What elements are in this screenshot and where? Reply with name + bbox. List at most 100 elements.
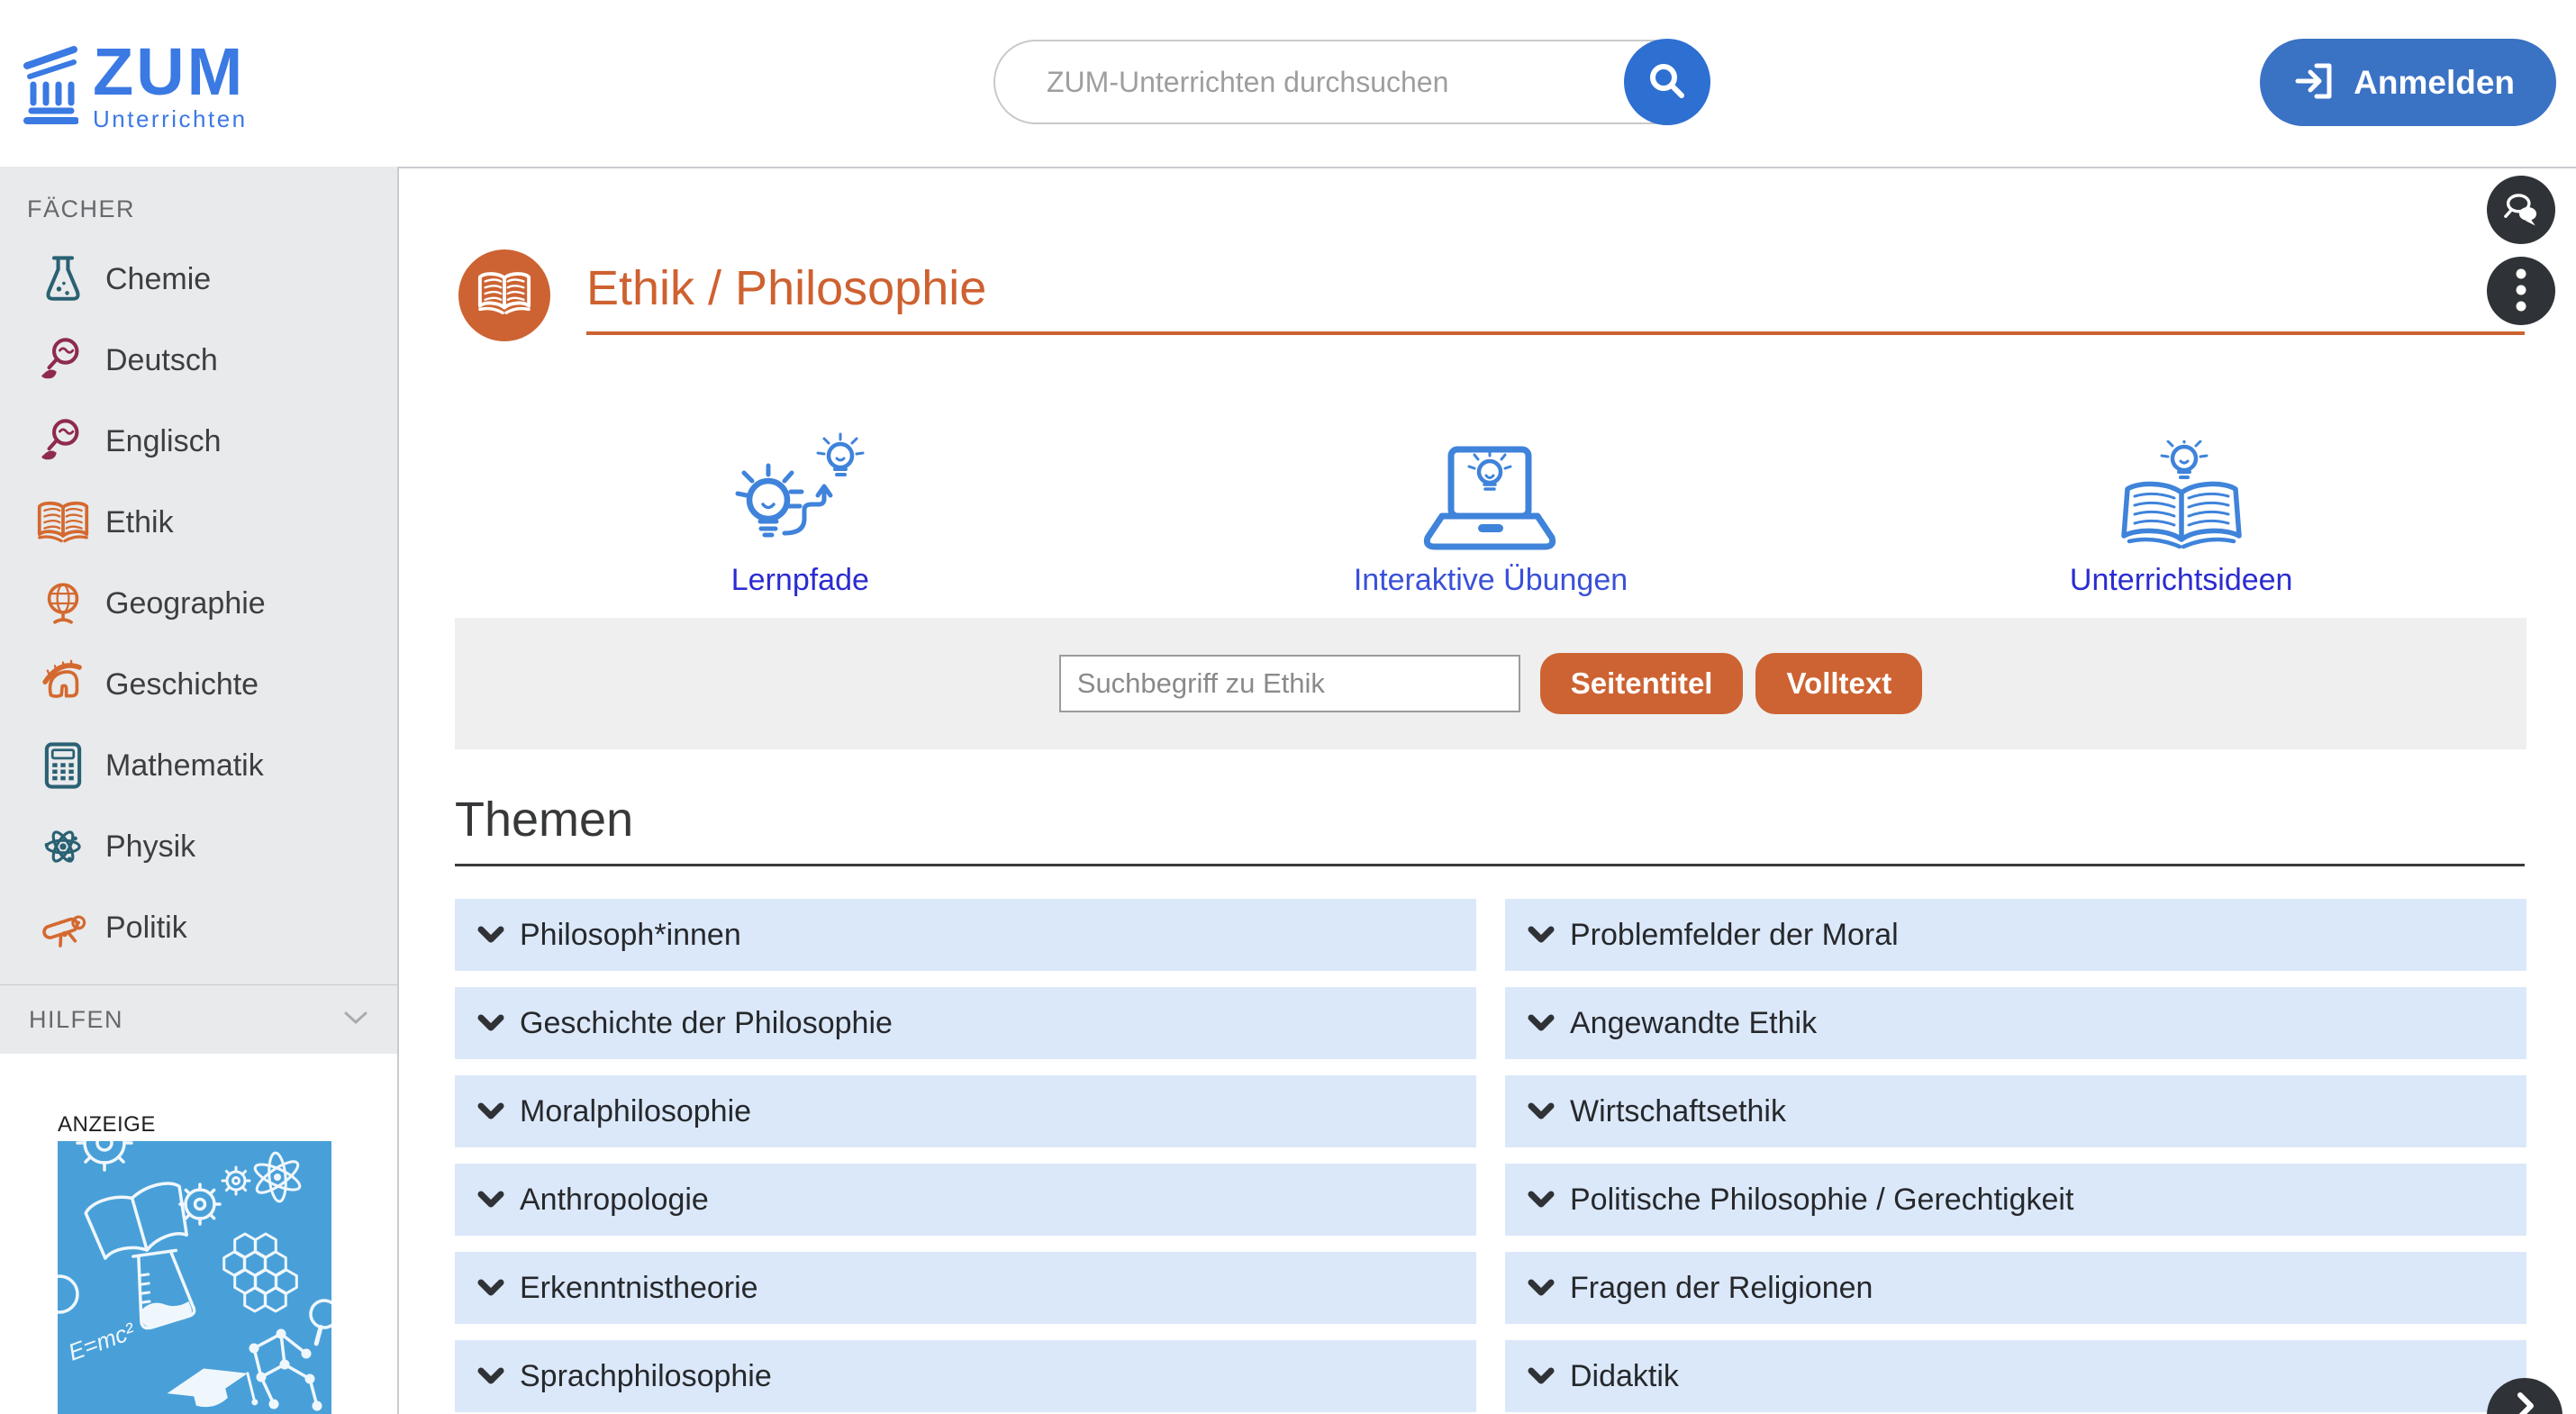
chevron-right-icon	[2509, 1391, 2540, 1414]
feature-label: Interaktive Übungen	[1354, 563, 1628, 598]
book-bulb-icon	[2108, 417, 2255, 554]
flask-icon	[34, 250, 92, 308]
search-icon	[1646, 59, 1689, 105]
sidebar: FÄCHER Chemie	[0, 167, 399, 1414]
logo-sub-text: Unterrichten	[93, 105, 248, 133]
chevron-down-icon	[476, 1013, 505, 1033]
sidebar-section-hilfen[interactable]: HILFEN	[0, 984, 397, 1054]
theme-row-angewandte-ethik[interactable]: Angewandte Ethik	[1505, 987, 2526, 1059]
speech-bubble-lips-icon	[34, 412, 92, 470]
feature-unterrichtsideen[interactable]: Unterrichtsideen	[1836, 417, 2526, 598]
chevron-down-icon	[1527, 925, 1556, 945]
faecher-heading: FÄCHER	[27, 195, 135, 223]
subject-badge	[458, 249, 550, 341]
sidebar-item-label: Ethik	[105, 505, 174, 540]
sidebar-item-mathematik[interactable]: Mathematik	[0, 725, 397, 806]
sidebar-item-politik[interactable]: Politik	[0, 887, 397, 968]
header: ZUM Unterrichten	[0, 0, 2576, 167]
feature-links: Lernpfade Interaktive Übungen	[455, 417, 2526, 598]
theme-row-geschichte-der-philosophie[interactable]: Geschichte der Philosophie	[455, 987, 1476, 1059]
globe-icon	[34, 575, 92, 632]
chevron-down-icon	[1527, 1366, 1556, 1386]
theme-row-problemfelder-der-moral[interactable]: Problemfelder der Moral	[1505, 899, 2526, 971]
main-content: Ethik / Philosophie	[399, 167, 2576, 1414]
sidebar-item-label: Englisch	[105, 424, 222, 459]
feature-interaktive-uebungen[interactable]: Interaktive Übungen	[1146, 417, 1837, 598]
sidebar-item-geographie[interactable]: Geographie	[0, 563, 397, 644]
volltext-button[interactable]: Volltext	[1755, 653, 1922, 714]
hilfen-heading: HILFEN	[29, 1006, 123, 1034]
chevron-down-icon	[1527, 1101, 1556, 1121]
calculator-icon	[34, 737, 92, 794]
sidebar-item-label: Mathematik	[105, 748, 264, 784]
zum-unterrichten-page: ZUM Unterrichten	[0, 0, 2576, 1414]
themes-heading: Themen	[455, 792, 2525, 866]
bulbs-path-icon	[732, 417, 867, 554]
feature-label: Lernpfade	[731, 563, 869, 598]
site-logo[interactable]: ZUM Unterrichten	[23, 41, 248, 133]
chevron-down-icon	[476, 1366, 505, 1386]
page-title: Ethik / Philosophie	[586, 260, 986, 316]
sidebar-item-label: Physik	[105, 829, 195, 865]
theme-row-wirtschaftsethik[interactable]: Wirtschaftsethik	[1505, 1075, 2526, 1147]
title-underline	[586, 331, 2525, 335]
sidebar-item-chemie[interactable]: Chemie	[0, 239, 397, 320]
seitentitel-button[interactable]: Seitentitel	[1540, 653, 1744, 714]
theme-row-didaktik[interactable]: Didaktik	[1505, 1340, 2526, 1412]
theme-row-erkenntnistheorie[interactable]: Erkenntnistheorie	[455, 1252, 1476, 1324]
subject-search-input[interactable]	[1059, 655, 1520, 712]
open-book-icon	[34, 494, 92, 551]
open-book-icon	[476, 270, 532, 322]
kebab-menu-icon	[2514, 268, 2528, 314]
theme-row-fragen-der-religionen[interactable]: Fragen der Religionen	[1505, 1252, 2526, 1324]
login-icon	[2294, 60, 2336, 104]
sidebar-item-label: Politik	[105, 911, 187, 946]
themes-column-left: Philosoph*innen Geschichte der Philosoph…	[455, 899, 1476, 1414]
sidebar-item-physik[interactable]: Physik	[0, 806, 397, 887]
chevron-down-icon	[476, 925, 505, 945]
svg-text:E=mc²: E=mc²	[65, 1317, 140, 1366]
theme-row-politische-philosophie[interactable]: Politische Philosophie / Gerechtigkeit	[1505, 1164, 2526, 1236]
subject-list: Chemie Deutsch	[0, 239, 397, 968]
logo-brand-text: ZUM	[93, 41, 248, 103]
temple-building-icon	[23, 41, 78, 129]
login-label: Anmelden	[2354, 64, 2515, 102]
sidebar-item-ethik[interactable]: Ethik	[0, 482, 397, 563]
chevron-down-icon	[343, 1011, 368, 1029]
chevron-down-icon	[476, 1101, 505, 1121]
theme-row-sprachphilosophie[interactable]: Sprachphilosophie	[455, 1340, 1476, 1412]
sidebar-item-label: Geographie	[105, 586, 266, 621]
discussion-button[interactable]	[2487, 176, 2555, 244]
sidebar-item-deutsch[interactable]: Deutsch	[0, 320, 397, 401]
scroll-icon	[34, 899, 92, 956]
spartan-helmet-icon	[34, 656, 92, 713]
sidebar-item-label: Geschichte	[105, 667, 259, 702]
atom-icon	[34, 818, 92, 875]
themes-grid: Philosoph*innen Geschichte der Philosoph…	[455, 899, 2526, 1414]
themes-column-right: Problemfelder der Moral Angewandte Ethik…	[1505, 899, 2526, 1414]
subject-search-band: Seitentitel Volltext	[455, 618, 2526, 749]
chevron-down-icon	[476, 1278, 505, 1298]
laptop-bulb-icon	[1419, 417, 1563, 554]
more-options-button[interactable]	[2487, 257, 2555, 325]
chat-bubbles-icon	[2498, 186, 2544, 235]
feature-lernpfade[interactable]: Lernpfade	[455, 417, 1146, 598]
sidebar-item-label: Deutsch	[105, 343, 218, 378]
theme-row-moralphilosophie[interactable]: Moralphilosophie	[455, 1075, 1476, 1147]
theme-row-anthropologie[interactable]: Anthropologie	[455, 1164, 1476, 1236]
speech-bubble-lips-icon	[34, 331, 92, 389]
sidebar-item-label: Chemie	[105, 262, 211, 297]
ad-image[interactable]: E=mc²	[58, 1141, 331, 1414]
feature-label: Unterrichtsideen	[2070, 563, 2293, 598]
site-search-input[interactable]	[1045, 65, 1609, 100]
search-button[interactable]	[1624, 39, 1710, 125]
site-search	[993, 40, 1710, 124]
chevron-down-icon	[1527, 1278, 1556, 1298]
ad-label: ANZEIGE	[58, 1112, 156, 1138]
theme-row-philosophinnen[interactable]: Philosoph*innen	[455, 899, 1476, 971]
sidebar-item-geschichte[interactable]: Geschichte	[0, 644, 397, 725]
sidebar-item-englisch[interactable]: Englisch	[0, 401, 397, 482]
login-button[interactable]: Anmelden	[2260, 39, 2556, 126]
chevron-down-icon	[1527, 1190, 1556, 1210]
chevron-down-icon	[1527, 1013, 1556, 1033]
